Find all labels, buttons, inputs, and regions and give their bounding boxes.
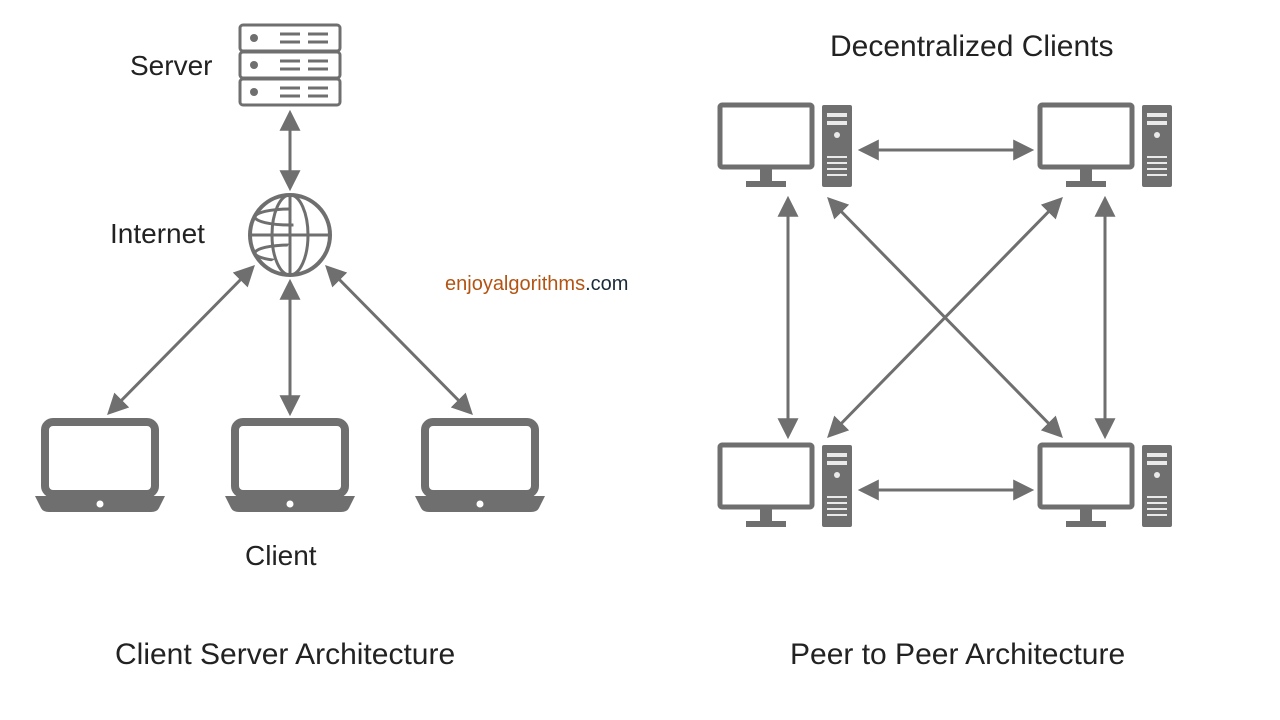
arrow-internet-client3: [328, 268, 470, 412]
peer-top-left: [720, 105, 852, 187]
peer-bottom-right: [1040, 445, 1172, 527]
diagram-svg: [0, 0, 1280, 720]
peer-top-right: [1040, 105, 1172, 187]
client-server-panel: [35, 25, 545, 512]
arrow-internet-client1: [110, 268, 252, 412]
peer-bottom-left: [720, 445, 852, 527]
p2p-panel: [720, 105, 1172, 527]
laptop-client-2: [225, 422, 355, 512]
globe-icon: [250, 195, 330, 275]
diagram-stage: Server Internet Client Client Server Arc…: [0, 0, 1280, 720]
laptop-client-3: [415, 422, 545, 512]
laptop-client-1: [35, 422, 165, 512]
server-icon: [240, 25, 340, 105]
